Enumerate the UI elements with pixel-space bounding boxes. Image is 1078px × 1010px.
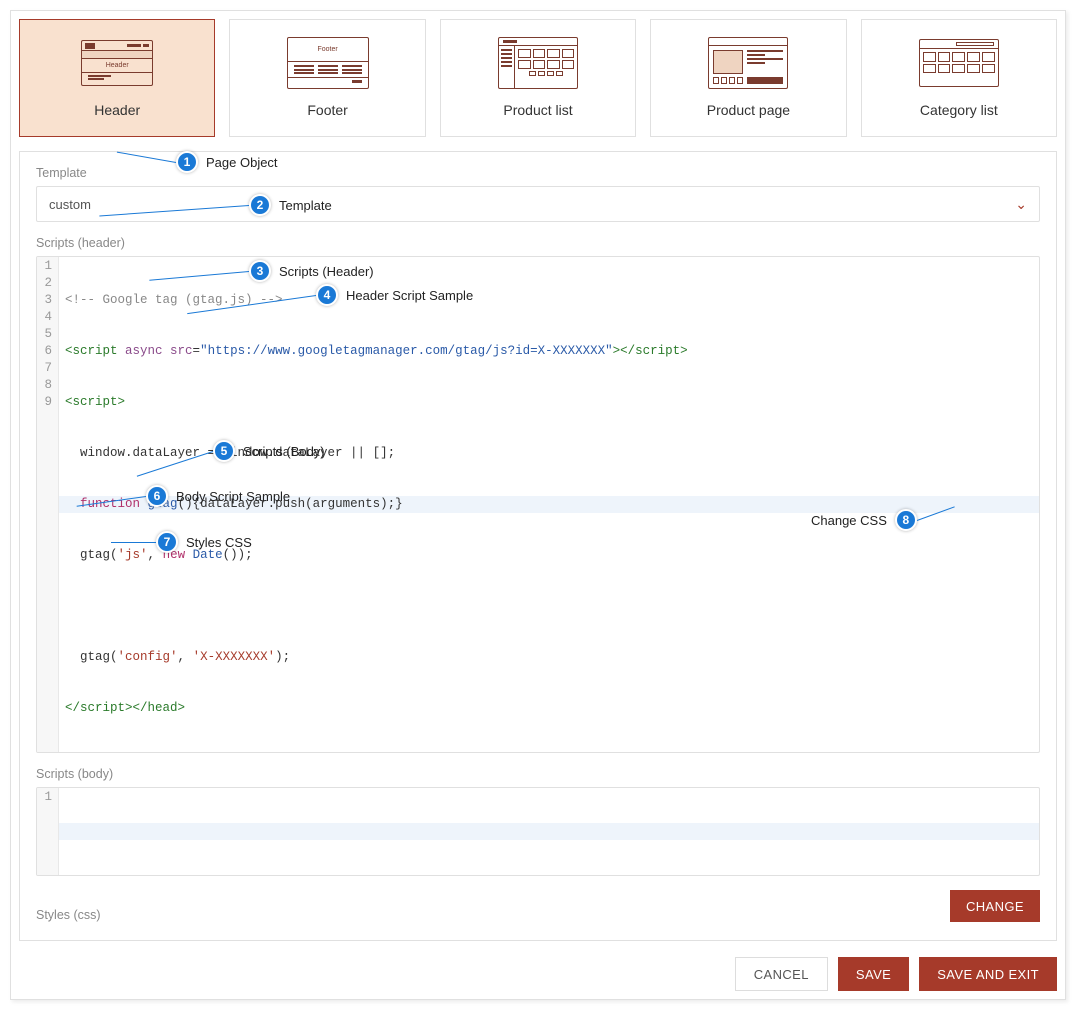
chevron-down-icon: ⌄	[1015, 196, 1027, 213]
layout-editor-panel: Header Header Footer Footer	[10, 10, 1066, 1000]
tab-footer[interactable]: Footer Footer	[229, 19, 425, 137]
tab-label: Category list	[920, 102, 998, 118]
product-page-layout-icon	[706, 34, 790, 92]
scripts-header-label: Scripts (header)	[36, 236, 1040, 250]
template-label: Template	[36, 166, 1040, 180]
save-and-exit-button[interactable]: SAVE AND EXIT	[919, 957, 1057, 991]
template-select[interactable]: custom ⌄	[36, 186, 1040, 222]
editor-content: Template custom ⌄ Scripts (header) 1 2 3…	[19, 151, 1057, 941]
line-gutter: 1 2 3 4 5 6 7 8 9	[37, 257, 59, 752]
code-content[interactable]: <!-- Google tag (gtag.js) --> <script as…	[59, 257, 1039, 752]
header-layout-icon: Header	[75, 34, 159, 92]
scripts-header-editor[interactable]: 1 2 3 4 5 6 7 8 9 <!-- Google tag (gtag.…	[36, 256, 1040, 753]
tab-label: Product page	[707, 102, 790, 118]
tab-label: Header	[94, 102, 140, 118]
change-css-button[interactable]: CHANGE	[950, 890, 1040, 922]
category-list-layout-icon	[917, 34, 1001, 92]
styles-css-label: Styles (css)	[36, 908, 101, 922]
save-button[interactable]: SAVE	[838, 957, 909, 991]
code-content[interactable]	[59, 788, 1039, 875]
tab-label: Product list	[503, 102, 572, 118]
tab-header[interactable]: Header Header	[19, 19, 215, 137]
product-list-layout-icon	[496, 34, 580, 92]
tab-label: Footer	[307, 102, 347, 118]
line-gutter: 1	[37, 788, 59, 875]
footer-layout-icon: Footer	[286, 34, 370, 92]
tab-category-list[interactable]: Category list	[861, 19, 1057, 137]
scripts-body-label: Scripts (body)	[36, 767, 1040, 781]
footer-actions: CANCEL SAVE SAVE AND EXIT	[19, 957, 1057, 991]
tab-product-list[interactable]: Product list	[440, 19, 636, 137]
page-object-tabs: Header Header Footer Footer	[19, 19, 1057, 137]
tab-product-page[interactable]: Product page	[650, 19, 846, 137]
template-value: custom	[49, 197, 91, 212]
scripts-body-editor[interactable]: 1	[36, 787, 1040, 876]
cancel-button[interactable]: CANCEL	[735, 957, 828, 991]
